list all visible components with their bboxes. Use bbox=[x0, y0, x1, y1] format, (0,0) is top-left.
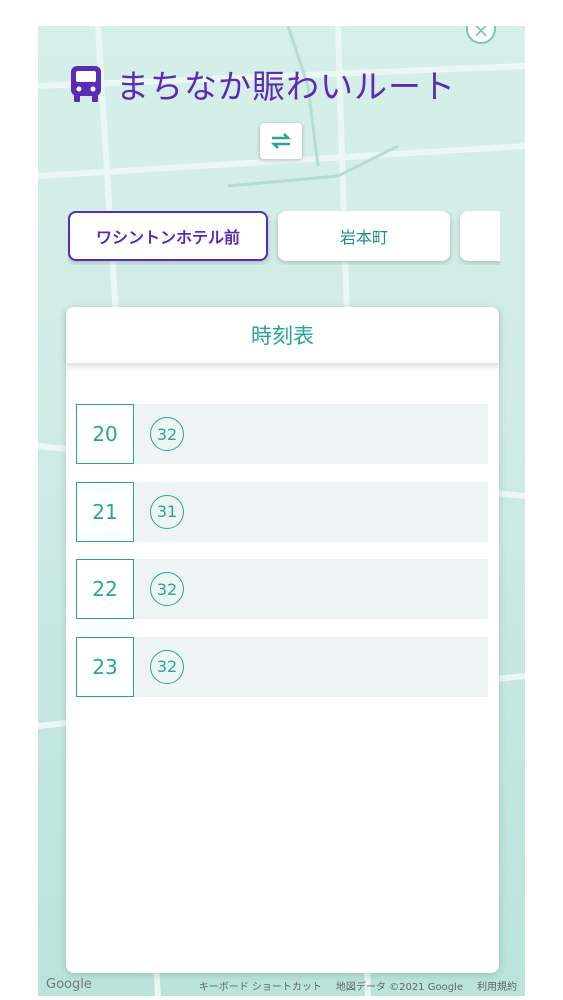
timetable-row: 21 31 bbox=[76, 481, 488, 542]
timetable-panel: 時刻表 20 32 21 31 22 32 23 32 bbox=[66, 307, 499, 973]
terms-link[interactable]: 利用規約 bbox=[477, 978, 517, 993]
route-header: まちなか賑わいルート bbox=[68, 59, 456, 109]
map-data-credit: 地図データ ©2021 Google bbox=[335, 981, 463, 993]
swap-direction-button[interactable] bbox=[260, 123, 302, 159]
keyboard-shortcuts-link[interactable]: キーボード ショートカット bbox=[199, 978, 322, 993]
timetable-row: 23 32 bbox=[76, 636, 488, 697]
route-title: まちなか賑わいルート bbox=[116, 67, 456, 106]
minute-badge[interactable]: 31 bbox=[150, 494, 184, 529]
swap-icon bbox=[270, 133, 292, 149]
map-frame: × まちなか賑わいルート ワシントンホテル前 岩本町 時刻表 20 32 21 … bbox=[38, 26, 525, 996]
stop-tab-washington-hotel[interactable]: ワシントンホテル前 bbox=[68, 211, 268, 261]
minute-badge[interactable]: 32 bbox=[150, 649, 184, 684]
stop-tabs: ワシントンホテル前 岩本町 bbox=[68, 211, 500, 265]
timetable-row: 22 32 bbox=[76, 559, 488, 619]
hour-cell: 23 bbox=[76, 636, 134, 697]
hour-cell: 20 bbox=[76, 404, 134, 464]
bus-icon bbox=[71, 66, 101, 102]
timetable-rows: 20 32 21 31 22 32 23 32 bbox=[76, 404, 488, 714]
hour-cell: 21 bbox=[76, 481, 134, 542]
timetable-row: 20 32 bbox=[76, 404, 488, 464]
map-footer: キーボード ショートカット 地図データ ©2021 Google 利用規約 bbox=[38, 974, 525, 996]
hour-cell: 22 bbox=[76, 559, 134, 619]
close-icon: × bbox=[472, 26, 490, 42]
stop-tab-iwamotocho[interactable]: 岩本町 bbox=[278, 211, 450, 261]
stop-tab-next[interactable] bbox=[460, 211, 500, 261]
timetable-title: 時刻表 bbox=[66, 307, 499, 364]
minute-badge[interactable]: 32 bbox=[150, 572, 184, 606]
minute-badge[interactable]: 32 bbox=[150, 417, 184, 451]
